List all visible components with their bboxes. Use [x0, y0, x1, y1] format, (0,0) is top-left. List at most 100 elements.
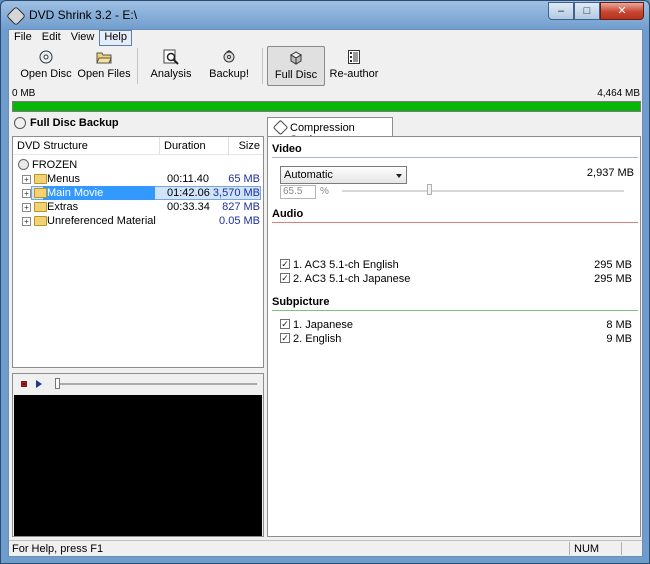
- percent-unit: %: [320, 186, 329, 197]
- expand-icon[interactable]: +: [22, 189, 31, 198]
- status-help-text: For Help, press F1: [12, 543, 104, 555]
- audio-divider: [272, 222, 638, 223]
- maximize-button[interactable]: □: [574, 2, 600, 20]
- size-min: 0 MB: [12, 88, 36, 99]
- tree-root[interactable]: FROZEN: [13, 158, 263, 172]
- player-controls: [13, 374, 263, 394]
- compression-mode-value: Automatic: [284, 169, 333, 181]
- backup-label: Backup!: [209, 68, 249, 80]
- seek-handle[interactable]: [55, 378, 60, 389]
- client-area: File Edit View Help Open Disc Open Files: [8, 29, 643, 557]
- analysis-button[interactable]: Analysis: [142, 46, 200, 86]
- play-icon[interactable]: [36, 380, 42, 388]
- menu-edit[interactable]: Edit: [37, 30, 66, 46]
- close-button[interactable]: ✕: [600, 2, 644, 20]
- disc-icon: [38, 49, 54, 65]
- expand-icon[interactable]: +: [22, 175, 31, 184]
- folder-icon: [34, 202, 47, 212]
- expand-icon[interactable]: +: [22, 203, 31, 212]
- title-bar[interactable]: DVD Shrink 3.2 - E:\ – □ ✕: [1, 1, 649, 29]
- full-disc-button[interactable]: Full Disc: [267, 46, 325, 86]
- subpicture-label: 2. English: [293, 333, 342, 345]
- toolbar: Open Disc Open Files Analysis Backup! Fu…: [9, 46, 642, 88]
- row-name: Main Movie: [47, 187, 104, 199]
- size-max: 4,464 MB: [597, 88, 640, 99]
- subpicture-checkbox[interactable]: ✓: [280, 333, 290, 343]
- reauthor-label: Re-author: [329, 68, 379, 80]
- subpicture-checkbox[interactable]: ✓: [280, 319, 290, 329]
- row-size: 0.05 MB: [219, 215, 260, 227]
- menu-view[interactable]: View: [66, 30, 100, 46]
- row-size: 3,570 MB: [212, 187, 260, 199]
- dvd-structure-tree[interactable]: DVD Structure Duration Size FROZEN + Men…: [12, 136, 264, 368]
- table-row-selected[interactable]: + Main Movie 01:42.06 3,570 MB: [13, 186, 263, 200]
- analysis-label: Analysis: [150, 68, 192, 80]
- table-row[interactable]: + Unreferenced Material 0.05 MB: [13, 214, 263, 228]
- stop-icon[interactable]: [21, 381, 27, 387]
- backup-icon: [221, 49, 237, 65]
- audio-track-label: 2. AC3 5.1-ch Japanese: [293, 273, 411, 285]
- video-divider: [272, 157, 638, 158]
- column-structure[interactable]: DVD Structure: [17, 140, 88, 152]
- open-folder-icon: [96, 49, 112, 65]
- subpicture-size: 8 MB: [606, 319, 632, 331]
- preview-player: [12, 373, 264, 537]
- status-bar: For Help, press F1 NUM: [9, 540, 642, 556]
- folder-icon: [34, 188, 47, 198]
- size-scale: 0 MB 4,464 MB: [9, 88, 642, 100]
- seek-track[interactable]: [57, 383, 257, 385]
- app-window: DVD Shrink 3.2 - E:\ – □ ✕ File Edit Vie…: [0, 0, 650, 564]
- settings-icon: [272, 119, 289, 136]
- table-row[interactable]: + Extras 00:33.34 827 MB: [13, 200, 263, 214]
- column-duration[interactable]: Duration: [164, 140, 206, 152]
- subpicture-size: 9 MB: [606, 333, 632, 345]
- minimize-button[interactable]: –: [548, 2, 574, 20]
- list-item[interactable]: ✓ 2. English 9 MB: [280, 332, 632, 346]
- tab-compression-settings[interactable]: Compression Settings: [267, 117, 393, 146]
- reauthor-button[interactable]: Re-author: [325, 46, 383, 86]
- audio-checkbox[interactable]: ✓: [280, 259, 290, 269]
- compression-percent-input[interactable]: 65.5: [280, 185, 316, 199]
- list-item[interactable]: ✓ 1. AC3 5.1-ch English 295 MB: [280, 258, 632, 272]
- backup-mode-icon: [14, 117, 26, 129]
- subpicture-section-title: Subpicture: [272, 296, 330, 308]
- expand-icon[interactable]: +: [22, 217, 31, 226]
- column-size[interactable]: Size: [239, 140, 260, 152]
- backup-mode-header: Full Disc Backup: [12, 114, 264, 132]
- compression-mode-select[interactable]: Automatic: [280, 166, 407, 184]
- video-section-title: Video: [272, 143, 302, 155]
- subpicture-divider: [272, 310, 638, 311]
- open-files-button[interactable]: Open Files: [75, 46, 133, 86]
- full-disc-label: Full Disc: [274, 69, 318, 81]
- chevron-down-icon: [396, 174, 402, 178]
- compression-slider-track[interactable]: [342, 190, 624, 192]
- window-title: DVD Shrink 3.2 - E:\: [29, 8, 138, 22]
- size-progress-bar: [12, 101, 641, 112]
- row-name: Extras: [47, 201, 79, 213]
- menu-bar: File Edit View Help: [9, 30, 642, 46]
- audio-track-size: 295 MB: [594, 259, 632, 271]
- backup-button[interactable]: Backup!: [200, 46, 258, 86]
- row-size: 65 MB: [228, 173, 260, 185]
- menu-file[interactable]: File: [9, 30, 37, 46]
- menu-help[interactable]: Help: [99, 30, 132, 46]
- list-item[interactable]: ✓ 1. Japanese 8 MB: [280, 318, 632, 332]
- audio-checkbox[interactable]: ✓: [280, 273, 290, 283]
- magnifier-icon: [163, 49, 179, 65]
- app-icon: [6, 6, 26, 26]
- audio-section-title: Audio: [272, 208, 304, 220]
- open-disc-label: Open Disc: [20, 68, 72, 80]
- compression-slider-handle[interactable]: [426, 184, 432, 195]
- tree-header: DVD Structure Duration Size: [13, 137, 263, 155]
- film-icon: [346, 49, 362, 65]
- video-preview: [14, 395, 262, 536]
- row-name: Unreferenced Material: [47, 215, 156, 227]
- root-label: FROZEN: [32, 159, 78, 171]
- table-row[interactable]: + Menus 00:11.40 65 MB: [13, 172, 263, 186]
- list-item[interactable]: ✓ 2. AC3 5.1-ch Japanese 295 MB: [280, 272, 632, 286]
- backup-mode-title: Full Disc Backup: [30, 117, 119, 129]
- num-lock-indicator: NUM: [574, 543, 600, 555]
- row-duration: 00:11.40: [167, 173, 210, 185]
- disc-icon: [18, 159, 29, 170]
- open-disc-button[interactable]: Open Disc: [17, 46, 75, 86]
